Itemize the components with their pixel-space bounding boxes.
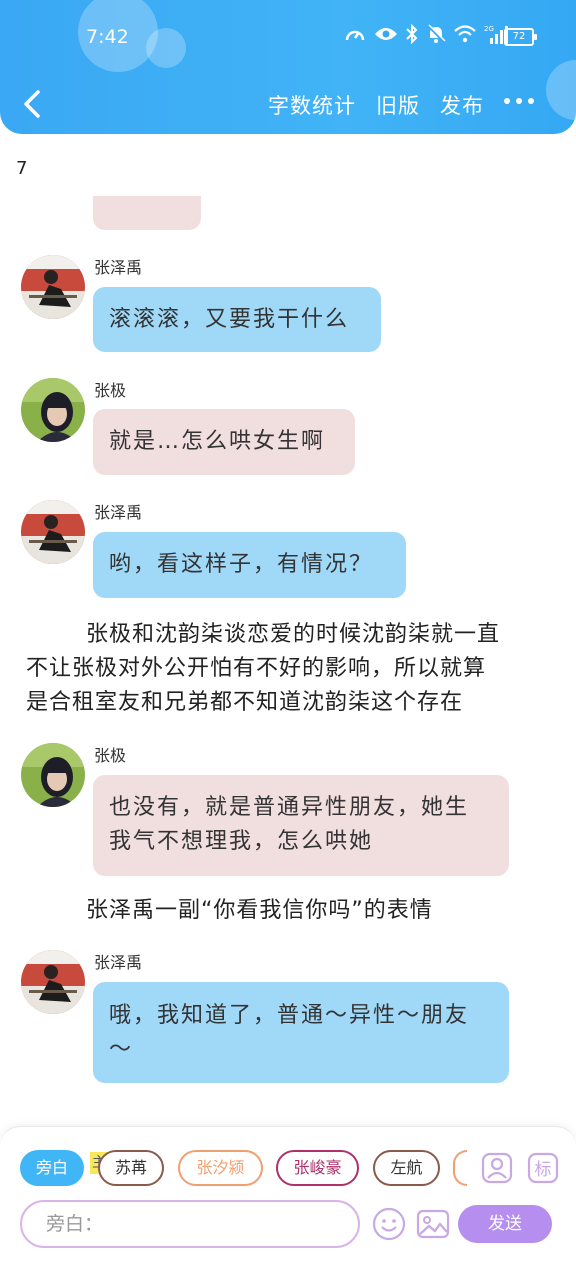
top-nav: 字数统计 旧版 发布 bbox=[0, 76, 576, 132]
wifi-icon bbox=[454, 25, 476, 43]
nav-actions: 字数统计 旧版 发布 bbox=[268, 90, 484, 120]
battery-indicator: 72 bbox=[504, 28, 537, 46]
message-bubble-partial[interactable] bbox=[93, 196, 201, 230]
message-line: ～ bbox=[109, 1037, 134, 1062]
message-line: 我气不想理我，怎么哄她 bbox=[109, 829, 374, 854]
sender-name: 张泽禹 bbox=[94, 258, 143, 277]
emoji-icon[interactable] bbox=[372, 1207, 406, 1241]
eye-icon bbox=[375, 28, 397, 40]
narration-line: 是合租室友和兄弟都不知道沈韵柒这个存在 bbox=[26, 690, 464, 715]
more-icon[interactable] bbox=[504, 98, 534, 104]
avatar-zhangzeyu[interactable] bbox=[21, 255, 85, 319]
publish-button[interactable]: 发布 bbox=[440, 90, 484, 120]
bluetooth-icon bbox=[406, 24, 418, 44]
message-line: 也没有，就是普通异性朋友，她生 bbox=[109, 795, 470, 820]
message-bubble[interactable]: 哟，看这样子，有情况？ bbox=[93, 532, 406, 598]
back-icon[interactable] bbox=[18, 88, 48, 120]
message-line: 哦，我知道了，普通～异性～朋友 bbox=[109, 1003, 470, 1028]
narration-line: 不让张极对外公开怕有不好的影响，所以就算 bbox=[26, 656, 487, 681]
svg-text:2G: 2G bbox=[484, 25, 494, 33]
chapter-number: 7 bbox=[16, 158, 28, 179]
status-time: 7:42 bbox=[86, 26, 129, 48]
message-bubble[interactable]: 哦，我知道了，普通～异性～朋友 ～ bbox=[93, 982, 509, 1083]
message-input[interactable]: 旁白： bbox=[20, 1200, 360, 1248]
old-version-button[interactable]: 旧版 bbox=[376, 90, 420, 120]
person-icon[interactable] bbox=[481, 1152, 513, 1184]
sender-name: 张极 bbox=[94, 381, 127, 400]
avatar-zhangji[interactable] bbox=[21, 743, 85, 807]
word-count-button[interactable]: 字数统计 bbox=[268, 90, 356, 120]
avatar-zhangzeyu[interactable] bbox=[21, 950, 85, 1014]
avatar-zhangji[interactable] bbox=[21, 378, 85, 442]
status-icons: 2G bbox=[344, 24, 510, 44]
message-bubble[interactable]: 就是…怎么哄女生啊 bbox=[93, 409, 355, 475]
status-bar: 7:42 2G 72 bbox=[0, 0, 576, 76]
send-button[interactable]: 发送 bbox=[458, 1205, 552, 1243]
role-chip[interactable]: 左航 bbox=[373, 1150, 440, 1186]
sender-name: 张泽禹 bbox=[94, 953, 143, 972]
message-bubble[interactable]: 也没有，就是普通异性朋友，她生 我气不想理我，怎么哄她 bbox=[93, 775, 509, 876]
sender-name: 张泽禹 bbox=[94, 503, 143, 522]
role-chip-partial[interactable] bbox=[453, 1150, 467, 1186]
message-bubble[interactable]: 滚滚滚，又要我干什么 bbox=[93, 287, 381, 352]
tag-icon[interactable]: 标 bbox=[527, 1152, 559, 1184]
mute-bell-icon bbox=[427, 24, 446, 43]
role-chip[interactable]: 张汐颍 bbox=[178, 1150, 263, 1186]
role-chip[interactable]: 苏苒 bbox=[98, 1150, 164, 1186]
narration-line: 张极和沈韵柒谈恋爱的时候沈韵柒就一直 bbox=[86, 622, 501, 647]
header-bar: 7:42 2G 72 字数统计 旧版 发布 bbox=[0, 0, 576, 134]
role-chip[interactable]: 张峻豪 bbox=[276, 1150, 359, 1186]
speedometer-icon bbox=[345, 30, 365, 41]
image-icon[interactable] bbox=[416, 1207, 450, 1241]
avatar-zhangzeyu[interactable] bbox=[21, 500, 85, 564]
role-chip-narrator[interactable]: 旁白 bbox=[20, 1150, 84, 1186]
svg-text:标: 标 bbox=[535, 1160, 552, 1180]
narration-line: 张泽禹一副“你看我信你吗”的表情 bbox=[86, 898, 433, 923]
sender-name: 张极 bbox=[94, 746, 127, 765]
